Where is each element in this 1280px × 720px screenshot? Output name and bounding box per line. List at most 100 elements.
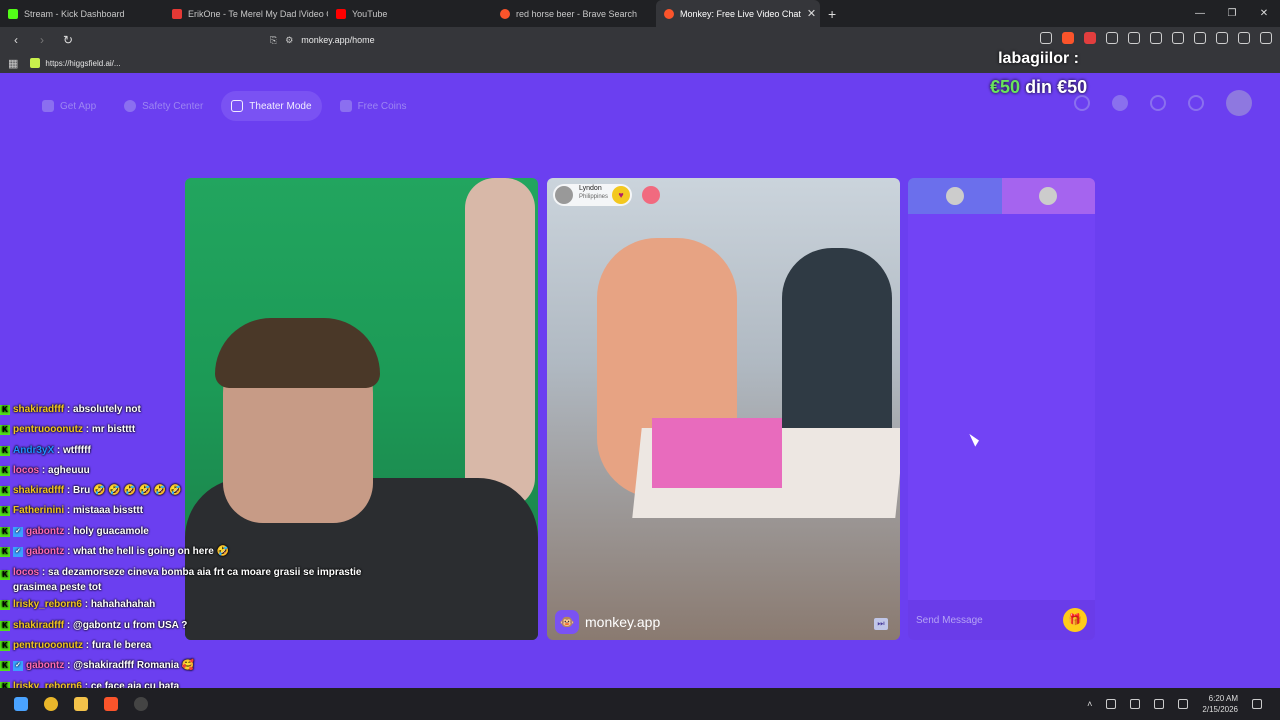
volume-icon[interactable] — [1178, 699, 1189, 709]
chat-separator: : — [64, 485, 74, 497]
close-tab-icon[interactable]: ✕ — [807, 7, 816, 20]
gift-icon[interactable]: 🎁 — [1063, 608, 1087, 632]
forward-icon[interactable]: › — [34, 33, 50, 47]
restore-icon[interactable]: ❐ — [1216, 8, 1248, 19]
network-icon[interactable] — [1106, 699, 1117, 709]
minimize-icon[interactable]: — — [1184, 8, 1216, 19]
heart-icon[interactable]: ♥ — [612, 186, 631, 204]
chat-username[interactable]: gabontz — [26, 546, 64, 557]
close-window-icon[interactable]: ✕ — [1248, 8, 1280, 19]
tab-brave-search[interactable]: red horse beer - Brave Search — [492, 0, 656, 27]
skip-icon[interactable]: ⏭ — [874, 618, 888, 630]
chat-separator: : — [54, 444, 64, 456]
brave-icon[interactable] — [104, 697, 118, 711]
tab-youtube[interactable]: YouTube — [328, 0, 492, 27]
tab-monkey[interactable]: Monkey: Free Live Video Chat ✕ — [656, 0, 820, 27]
screenshot-icon[interactable] — [1128, 32, 1140, 44]
get-app-button[interactable]: Get App — [32, 91, 106, 121]
new-tab-button[interactable]: + — [820, 6, 844, 22]
kick-badge-icon: K — [0, 570, 10, 581]
back-icon[interactable]: ‹ — [8, 33, 24, 47]
microphone-icon[interactable] — [1130, 699, 1141, 709]
send-message-input[interactable]: Send Message — [916, 615, 983, 626]
leo-ai-icon[interactable] — [1216, 32, 1228, 44]
url-text: monkey.app/home — [301, 35, 375, 45]
chat-username[interactable]: Andr3yX — [13, 445, 54, 456]
safety-center-button[interactable]: Safety Center — [114, 91, 213, 121]
media-icon[interactable] — [1150, 32, 1162, 44]
theater-mode-button[interactable]: Theater Mode — [221, 91, 322, 121]
messages-icon[interactable] — [1188, 95, 1204, 111]
kick-badge-icon: K — [0, 620, 10, 631]
chat-username[interactable]: locos — [13, 465, 39, 476]
chat-username[interactable]: pentruooonutz — [13, 424, 83, 435]
avatar[interactable] — [1226, 90, 1252, 116]
file-explorer-icon[interactable] — [74, 697, 88, 711]
apps-grid-icon[interactable]: ▦ — [8, 57, 18, 70]
verified-badge-icon: ✓ — [13, 526, 23, 537]
chat-message: K ✓ gabontz : what the hell is going on he… — [0, 542, 400, 562]
higgsfield-icon — [30, 58, 41, 68]
chat-username[interactable]: shakiradfff — [13, 485, 64, 496]
history-icon[interactable] — [1150, 95, 1166, 111]
chrome-icon[interactable] — [44, 697, 58, 711]
chat-username[interactable]: pentruooonutz — [13, 640, 83, 651]
chat-message-body: locos : sa dezamorseze cineva bomba aia … — [13, 565, 400, 595]
chat-message-body: locos : agheuuu — [13, 461, 90, 481]
bookmark-icon[interactable]: ⎘ — [270, 35, 277, 46]
match-user-name: Lyndon — [579, 185, 602, 192]
clock[interactable]: 6:20 AM 2/15/2026 — [1202, 693, 1238, 715]
chat-username[interactable]: gabontz — [26, 660, 64, 671]
monkey-watermark: 🐵 monkey.app — [555, 610, 660, 634]
match-user-avatar — [555, 186, 573, 204]
menu-icon[interactable] — [1260, 32, 1272, 44]
chat-message-body: Fatherinini : mistaaa bissttt — [13, 501, 143, 521]
chat-text: holy guacamole — [73, 525, 149, 537]
bookmark-higgsfield[interactable]: https://higgsfield.ai/... — [30, 58, 121, 68]
chat-username[interactable]: Fatherinini — [13, 505, 64, 516]
address-bar-row: ‹ › ↻ ⎘ ⚙ monkey.app/home — [0, 27, 1280, 53]
chat-username[interactable]: lrisky_reborn6 — [13, 599, 82, 610]
coin-balance-icon[interactable] — [1112, 95, 1128, 111]
kick-icon — [8, 8, 18, 19]
chat-panel: Send Message 🎁 — [908, 178, 1095, 640]
brave-rewards-icon[interactable] — [1084, 32, 1096, 44]
site-info-icon[interactable]: ⚙ — [285, 35, 293, 46]
chat-username[interactable]: shakiradfff — [13, 404, 64, 415]
wallet-icon[interactable] — [1194, 32, 1206, 44]
chat-tab-self[interactable] — [908, 178, 1002, 214]
match-user-chip[interactable]: Lyndon Philippines ♥ — [553, 184, 633, 206]
wifi-icon[interactable] — [1154, 699, 1165, 709]
kick-badge-icon: K — [0, 425, 10, 436]
obs-icon[interactable] — [134, 697, 148, 711]
free-coins-button[interactable]: Free Coins — [330, 91, 417, 121]
chat-tab-match[interactable] — [1001, 178, 1095, 214]
browser-toolbar-icons — [1040, 32, 1272, 44]
share-icon[interactable] — [1040, 32, 1052, 44]
chat-username[interactable]: gabontz — [26, 526, 64, 537]
reload-icon[interactable]: ↻ — [60, 33, 76, 47]
brave-shields-icon[interactable] — [1062, 32, 1074, 44]
notifications-icon[interactable] — [1252, 699, 1262, 709]
tab-kick-dashboard[interactable]: Stream - Kick Dashboard — [0, 0, 164, 27]
chat-message: Klrisky_reborn6 : hahahahahah — [0, 595, 400, 615]
chat-message: Kshakiradfff : absolutely not — [0, 400, 400, 420]
tab-erikone[interactable]: ErikOne - Te Merel My Dad lVideo Of — [164, 0, 328, 27]
chat-message-body: gabontz : holy guacamole — [26, 522, 149, 542]
windows-start-icon[interactable] — [14, 697, 28, 711]
chat-text: fura le berea — [91, 639, 152, 651]
vpn-icon[interactable] — [1238, 32, 1250, 44]
chat-username[interactable]: locos — [13, 567, 39, 578]
verified-badge-icon: ✓ — [13, 661, 23, 672]
kick-badge-icon: K — [0, 465, 10, 476]
url-field[interactable]: ⎘ ⚙ monkey.app/home — [270, 31, 990, 49]
chevron-up-icon[interactable]: ˄ — [1087, 699, 1092, 709]
chat-text: mr bistttt — [91, 424, 136, 436]
top-right-icons — [1074, 90, 1252, 116]
chat-separator: : — [64, 660, 74, 672]
extensions-icon[interactable] — [1106, 32, 1118, 44]
sidebar-icon[interactable] — [1172, 32, 1184, 44]
avatar — [945, 187, 964, 205]
raised-arm — [465, 178, 535, 508]
chat-username[interactable]: shakiradfff — [13, 620, 64, 631]
